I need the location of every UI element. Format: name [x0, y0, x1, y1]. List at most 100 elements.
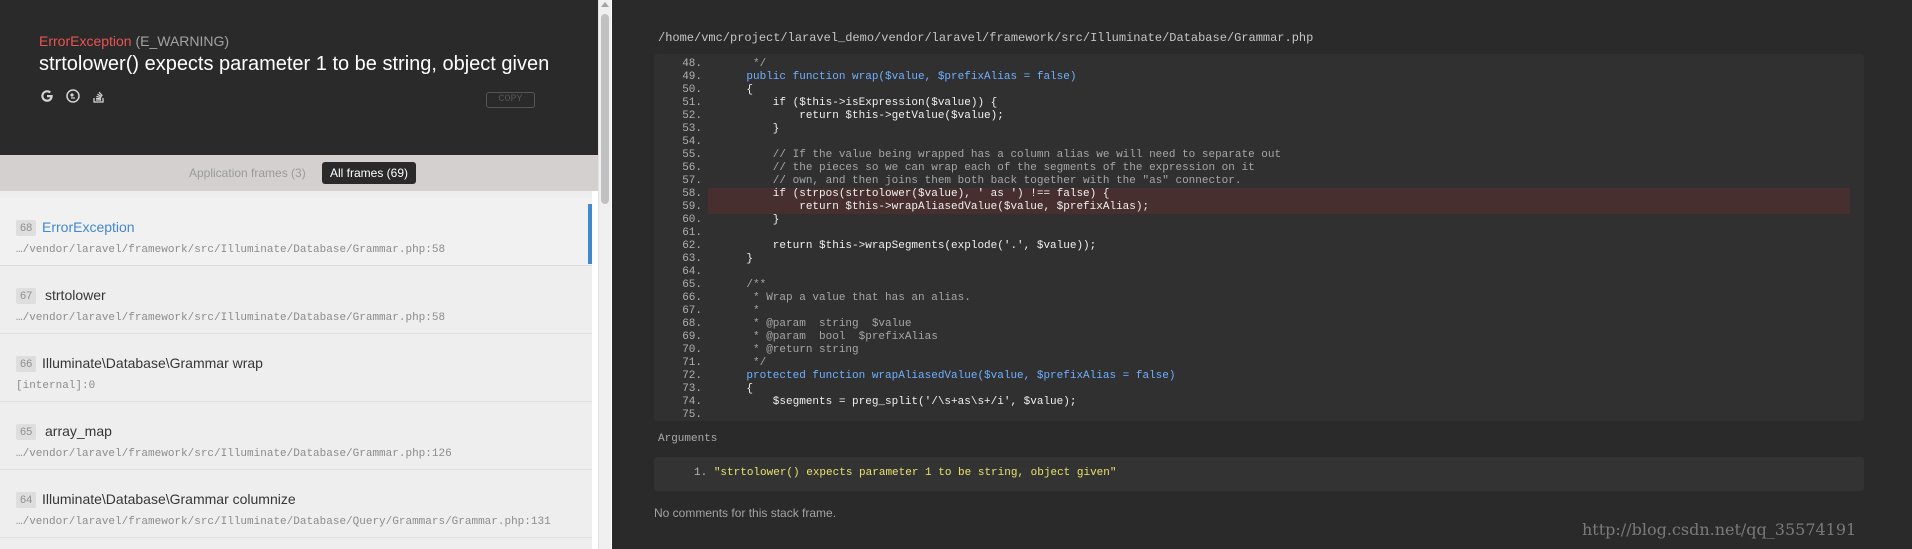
frame-title: array_map: [45, 423, 112, 439]
stack-frame-66[interactable]: 66 Illuminate\Database\Grammar wrap [int…: [0, 334, 592, 402]
line-number: 51.: [682, 97, 702, 109]
code-line: 57. // own, and then joins them both bac…: [654, 175, 1864, 188]
frame-title: strtolower: [45, 287, 106, 303]
frame-title: Illuminate\Database\Grammar wrap: [42, 355, 263, 371]
line-code: public function wrap($value, $prefixAlia…: [720, 71, 1077, 83]
line-number: 66.: [682, 292, 702, 304]
line-code: * Wrap a value that has an alias.: [720, 292, 971, 304]
frame-index: 66: [16, 356, 37, 372]
frame-index: 65: [16, 424, 37, 440]
left-scrollbar[interactable]: [598, 0, 611, 549]
line-code: if (strpos(strtolower($value), ' as ') !…: [720, 188, 1110, 200]
frames-list: 68 ErrorException …/vendor/laravel/frame…: [0, 191, 592, 549]
no-comments-text: No comments for this stack frame.: [654, 506, 837, 520]
stack-frame-64[interactable]: 64 Illuminate\Database\Grammar columnize…: [0, 470, 592, 538]
code-viewer: 48. */49. public function wrap($value, $…: [654, 54, 1864, 421]
stack-frame-68[interactable]: 68 ErrorException …/vendor/laravel/frame…: [0, 198, 592, 266]
copy-button[interactable]: COPY: [486, 92, 535, 108]
line-code: }: [720, 214, 780, 226]
frame-title: Illuminate\Database\Grammar columnize: [42, 491, 296, 507]
frame-file: …/vendor/laravel/framework/src/Illuminat…: [16, 448, 452, 460]
stackoverflow-icon[interactable]: [91, 88, 107, 104]
frames-filter-bar: Application frames (3) All frames (69): [0, 155, 598, 191]
code-line: 48. */: [654, 58, 1864, 71]
code-line: 60. }: [654, 214, 1864, 227]
line-code: */: [720, 357, 767, 369]
line-number: 53.: [682, 123, 702, 135]
code-line: 61.: [654, 227, 1864, 240]
line-code: /**: [720, 279, 767, 291]
code-line: 58. if (strpos(strtolower($value), ' as …: [682, 188, 1850, 201]
code-line: 49. public function wrap($value, $prefix…: [654, 71, 1864, 84]
argument-item: 1. "strtolower() expects parameter 1 to …: [694, 467, 1116, 479]
argument-number: 1.: [694, 467, 708, 479]
line-number: 54.: [682, 136, 702, 148]
tab-application-frames[interactable]: Application frames (3): [189, 166, 306, 180]
active-frame-indicator: [588, 204, 592, 264]
google-icon[interactable]: [39, 88, 55, 104]
line-number: 63.: [682, 253, 702, 265]
scroll-up-arrow-icon[interactable]: [601, 2, 609, 7]
code-line: 69. * @param bool $prefixAlias: [654, 331, 1864, 344]
code-line: 72. protected function wrapAliasedValue(…: [654, 370, 1864, 383]
line-code: * @return string: [720, 344, 859, 356]
exception-class: ErrorException: [39, 33, 132, 49]
code-line: 52. return $this->getValue($value);: [654, 110, 1864, 123]
line-code: // the pieces so we can wrap each of the…: [720, 162, 1255, 174]
code-line: 70. * @return string: [654, 344, 1864, 357]
frame-index: 64: [16, 492, 37, 508]
line-number: 48.: [682, 58, 702, 70]
line-number: 59.: [682, 201, 702, 213]
line-code: */: [720, 58, 767, 70]
watermark: http://blog.csdn.net/qq_35574191: [1582, 520, 1857, 539]
line-code: return $this->wrapSegments(explode('.', …: [720, 240, 1097, 252]
line-number: 67.: [682, 305, 702, 317]
line-number: 55.: [682, 149, 702, 161]
code-line: 63. }: [654, 253, 1864, 266]
code-line: 56. // the pieces so we can wrap each of…: [654, 162, 1864, 175]
line-number: 57.: [682, 175, 702, 187]
line-code: *: [720, 305, 760, 317]
line-code: // own, and then joins them both back to…: [720, 175, 1242, 187]
line-code: protected function wrapAliasedValue($val…: [720, 370, 1176, 382]
frame-file: …/vendor/laravel/framework/src/Illuminat…: [16, 516, 551, 528]
frame-title: ErrorException: [42, 219, 135, 235]
exception-message: strtolower() expects parameter 1 to be s…: [39, 53, 550, 75]
scroll-thumb[interactable]: [601, 14, 609, 204]
line-code: // If the value being wrapped has a colu…: [720, 149, 1282, 161]
code-line: 75.: [654, 409, 1864, 421]
line-code: {: [720, 84, 754, 96]
line-number: 75.: [682, 409, 702, 421]
line-code: return $this->getValue($value);: [720, 110, 1004, 122]
code-line: 59. return $this->wrapAliasedValue($valu…: [682, 201, 1850, 214]
code-line: 64.: [654, 266, 1864, 279]
stack-frame-65[interactable]: 65 array_map …/vendor/laravel/framework/…: [0, 402, 592, 470]
duckduckgo-icon[interactable]: [65, 88, 81, 104]
code-line: 54.: [654, 136, 1864, 149]
arguments-label: Arguments: [658, 433, 718, 445]
code-line: 62. return $this->wrapSegments(explode('…: [654, 240, 1864, 253]
frame-index: 68: [16, 220, 37, 236]
line-number: 60.: [682, 214, 702, 226]
code-line: 66. * Wrap a value that has an alias.: [654, 292, 1864, 305]
frame-file: [internal]:0: [16, 380, 96, 392]
code-line: 67. *: [654, 305, 1864, 318]
frame-file: …/vendor/laravel/framework/src/Illuminat…: [16, 312, 446, 324]
line-code: * @param string $value: [720, 318, 912, 330]
line-number: 50.: [682, 84, 702, 96]
stack-frame-67[interactable]: 67 strtolower …/vendor/laravel/framework…: [0, 266, 592, 334]
line-number: 69.: [682, 331, 702, 343]
code-line: 50. {: [654, 84, 1864, 97]
code-line: 71. */: [654, 357, 1864, 370]
line-number: 72.: [682, 370, 702, 382]
search-icons: [39, 88, 107, 104]
exception-header: ErrorException (E_WARNING) strtolower() …: [0, 0, 598, 155]
tab-all-frames[interactable]: All frames (69): [322, 162, 417, 184]
line-number: 73.: [682, 383, 702, 395]
line-code: }: [720, 123, 780, 135]
code-line: 53. }: [654, 123, 1864, 136]
line-code: if ($this->isExpression($value)) {: [720, 97, 998, 109]
line-number: 49.: [682, 71, 702, 83]
left-panel: ErrorException (E_WARNING) strtolower() …: [0, 0, 598, 549]
line-code: * @param bool $prefixAlias: [720, 331, 938, 343]
